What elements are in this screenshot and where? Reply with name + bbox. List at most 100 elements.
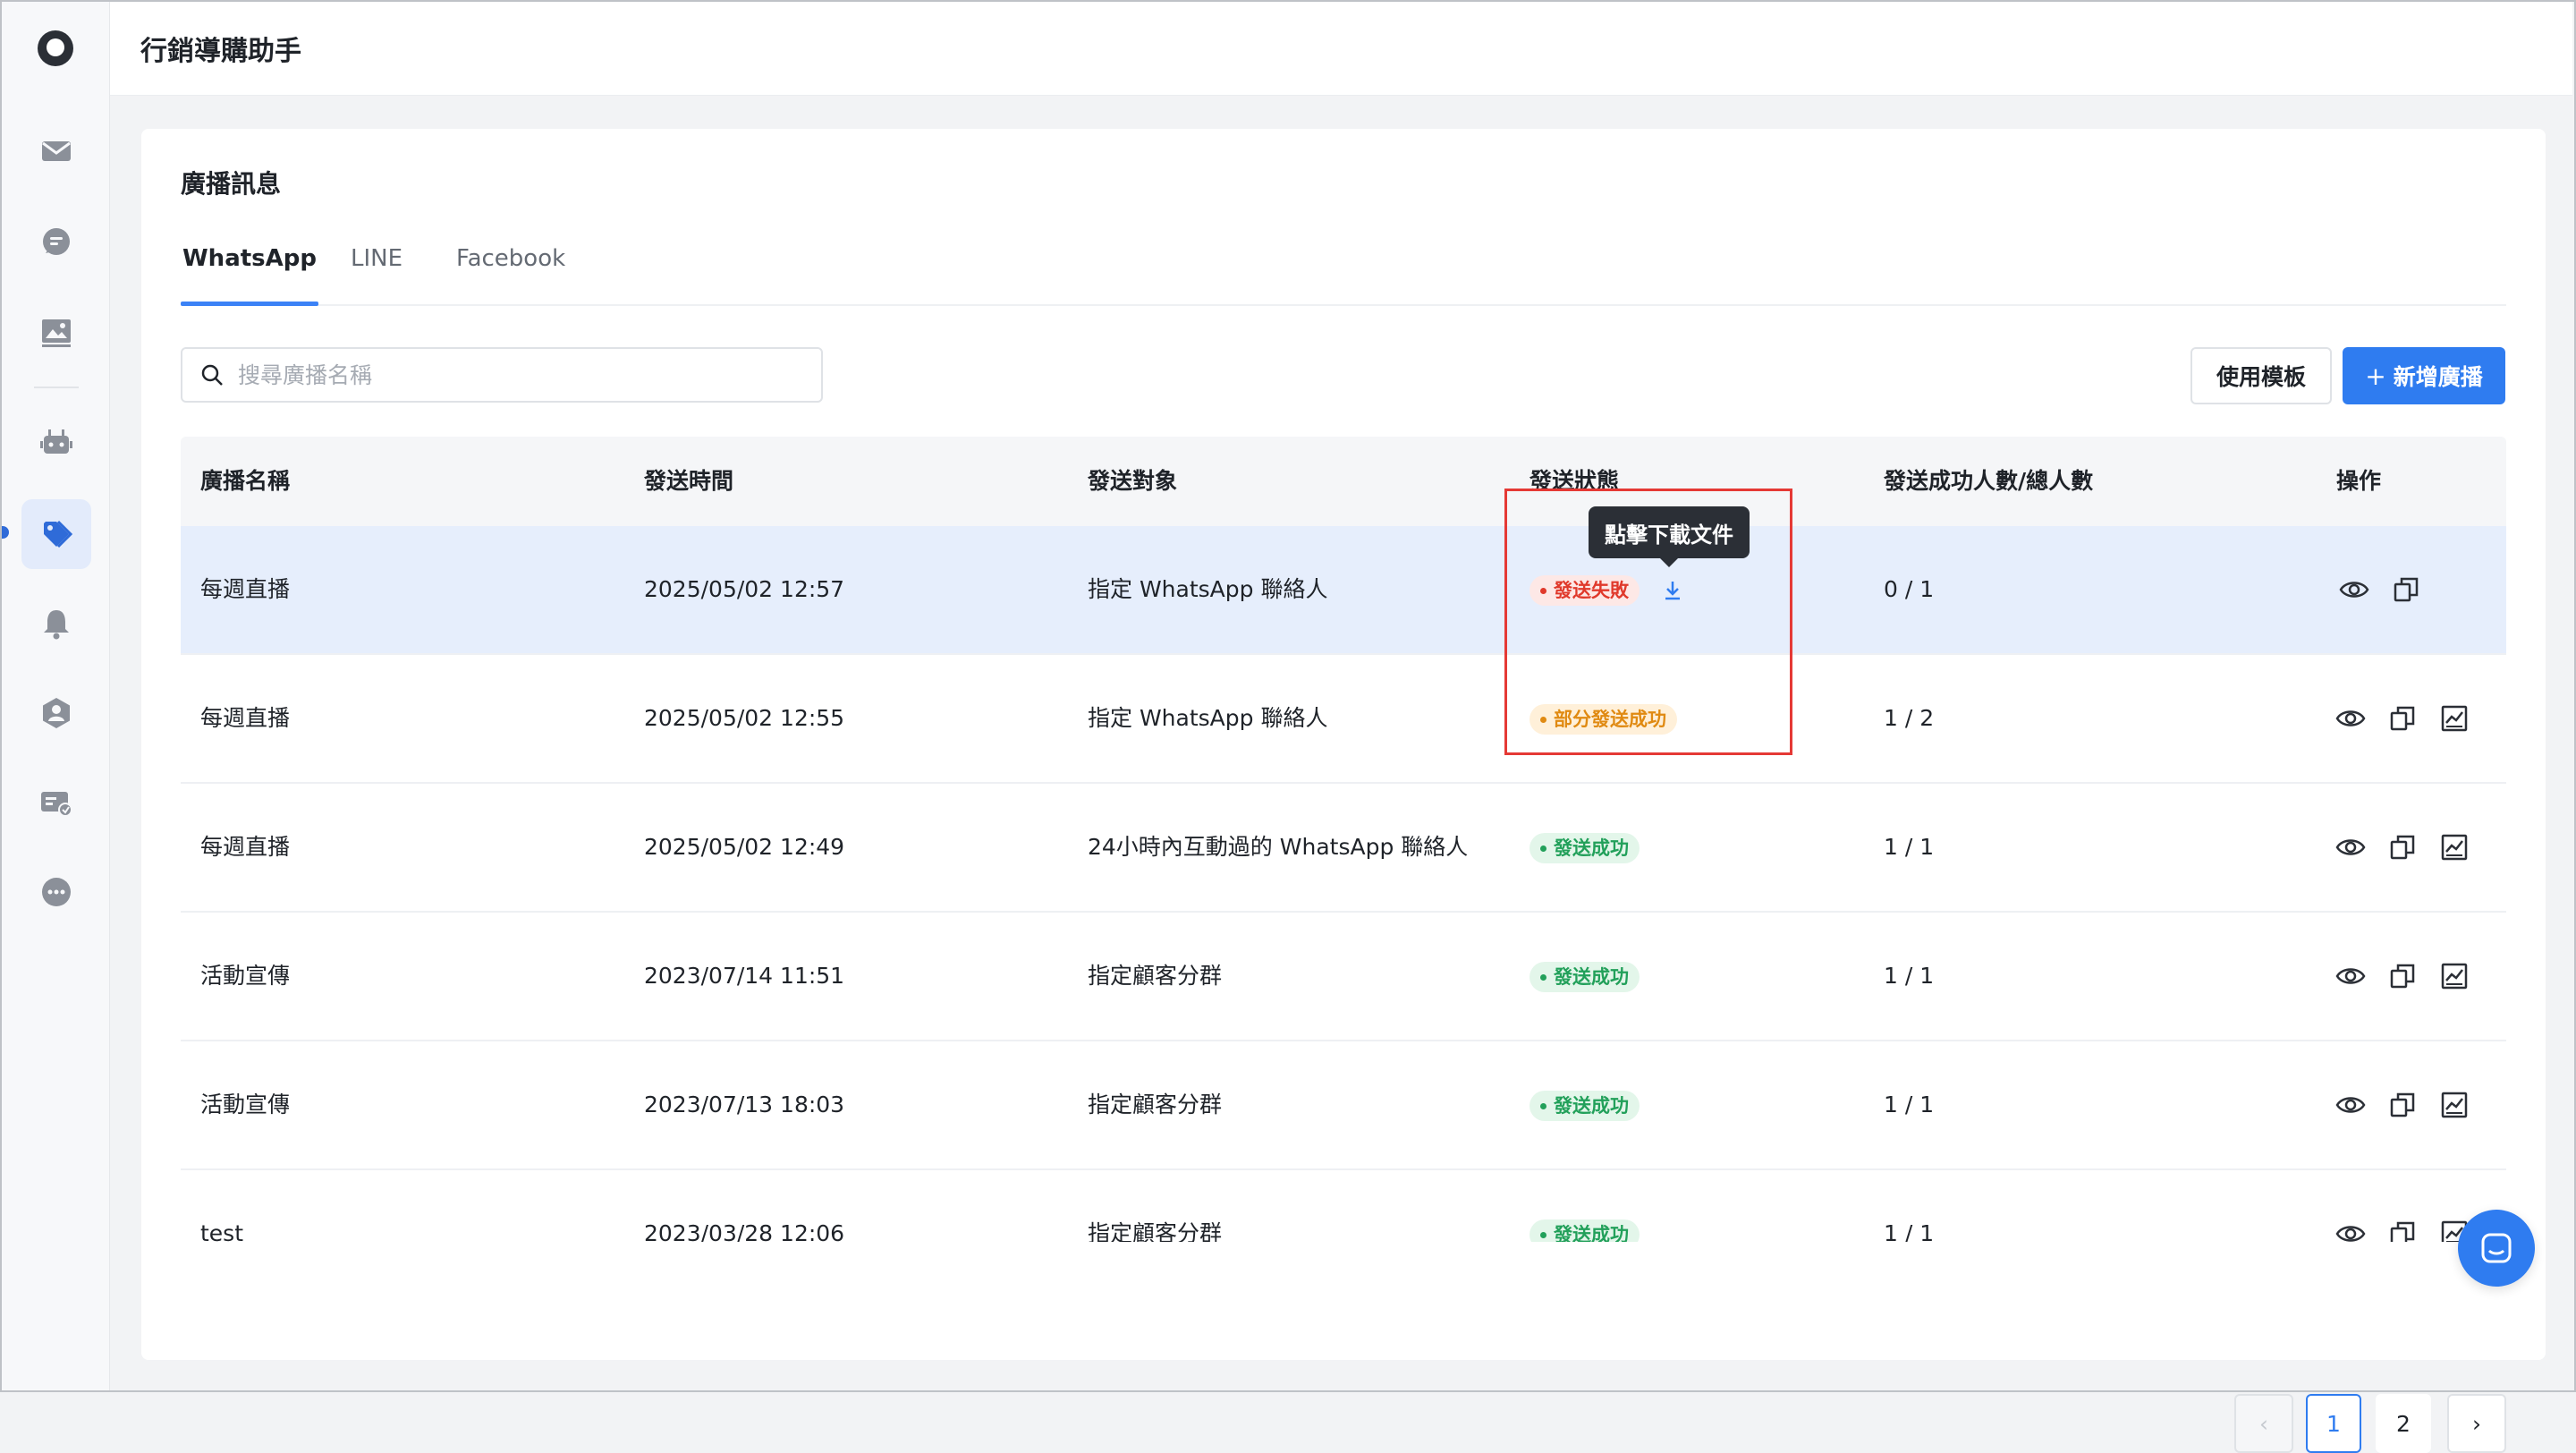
status-cell: 發送成功 <box>1530 784 1640 911</box>
copy-icon[interactable] <box>2386 702 2419 735</box>
tab-whatsapp[interactable]: WhatsApp <box>181 242 318 306</box>
success-count: 1 / 1 <box>1884 1092 1935 1117</box>
success-count: 1 / 1 <box>1884 834 1935 860</box>
ticket-icon[interactable] <box>21 768 91 837</box>
table-header: 廣播名稱 發送時間 發送對象 發送狀態 發送成功人數/總人數 操作 <box>181 437 2506 526</box>
success-count: 0 / 1 <box>1884 576 1935 602</box>
row-actions <box>2334 784 2470 911</box>
logo-icon[interactable] <box>38 30 73 66</box>
success-count: 1 / 1 <box>1884 1220 1935 1242</box>
image-icon[interactable] <box>21 297 91 367</box>
status-badge: 發送成功 <box>1530 962 1640 992</box>
channel-tabs: WhatsApp LINE Facebook <box>181 242 2506 306</box>
status-label: 發送成功 <box>1554 966 1629 988</box>
table-row[interactable]: 每週直播 2025/05/02 12:49 24小時內互動過的 WhatsApp… <box>181 784 2506 913</box>
status-badge: 發送成功 <box>1530 1091 1640 1121</box>
view-icon[interactable] <box>2334 702 2367 735</box>
send-target: 指定顧客分群 <box>1088 1220 1223 1242</box>
chart-icon[interactable] <box>2438 702 2470 735</box>
success-count: 1 / 2 <box>1884 705 1935 731</box>
download-icon[interactable] <box>1659 577 1686 604</box>
new-broadcast-button[interactable]: + 新增廣播 <box>2343 347 2505 404</box>
status-cell: 發送成功 <box>1530 1041 1640 1168</box>
search-box <box>181 347 823 403</box>
status-cell: 發送成功 <box>1530 913 1640 1040</box>
table-row[interactable]: 活動宣傳 2023/07/14 11:51 指定顧客分群 發送成功 1 / 1 <box>181 913 2506 1041</box>
send-target: 24小時內互動過的 WhatsApp 聯絡人 <box>1088 834 1469 860</box>
column-header-time: 發送時間 <box>644 468 734 494</box>
status-badge: 發送成功 <box>1530 1219 1640 1242</box>
status-cell: 發送成功 <box>1530 1170 1640 1242</box>
column-header-actions: 操作 <box>2336 468 2382 494</box>
tab-line[interactable]: LINE <box>351 242 402 304</box>
broadcast-table: 廣播名稱 發送時間 發送對象 發送狀態 發送成功人數/總人數 操作 每週直播 2… <box>181 437 2506 1242</box>
send-target: 指定顧客分群 <box>1088 963 1223 989</box>
pagination-next[interactable]: › <box>2447 1394 2506 1453</box>
search-input[interactable] <box>236 361 794 389</box>
tab-facebook[interactable]: Facebook <box>456 242 565 304</box>
search-icon <box>201 364 223 386</box>
broadcast-name: 每週直播 <box>200 834 291 860</box>
use-template-button[interactable]: 使用模板 <box>2190 347 2332 404</box>
main-card: 廣播訊息 WhatsApp LINE Facebook 使用模板 + 新增廣播 … <box>141 129 2546 1453</box>
pagination-page-1[interactable]: 1 <box>2306 1394 2361 1453</box>
row-actions <box>2338 526 2422 653</box>
column-header-count: 發送成功人數/總人數 <box>1884 468 2094 494</box>
view-icon[interactable] <box>2334 1089 2367 1121</box>
plus-icon: + <box>2365 361 2386 391</box>
chart-icon[interactable] <box>2438 960 2470 992</box>
chat-bubble-icon[interactable] <box>21 208 91 277</box>
download-tooltip: 點擊下載文件 <box>1589 506 1750 567</box>
page-title: 廣播訊息 <box>181 169 282 199</box>
status-badge: 部分發送成功 <box>1530 704 1677 735</box>
send-time: 2023/03/28 12:06 <box>644 1220 845 1242</box>
send-target: 指定 WhatsApp 聯絡人 <box>1088 576 1328 602</box>
copy-icon[interactable] <box>2386 960 2419 992</box>
send-time: 2023/07/13 18:03 <box>644 1092 845 1117</box>
bell-icon[interactable] <box>21 589 91 659</box>
status-badge: 發送成功 <box>1530 833 1640 863</box>
broadcast-name: 活動宣傳 <box>200 1092 291 1117</box>
chart-icon[interactable] <box>2438 1089 2470 1121</box>
row-actions <box>2334 1170 2470 1242</box>
status-label: 發送成功 <box>1554 837 1629 859</box>
chart-icon[interactable] <box>2438 831 2470 863</box>
pagination-prev[interactable]: ‹ <box>2234 1394 2293 1453</box>
status-label: 部分發送成功 <box>1554 709 1666 730</box>
copy-icon[interactable] <box>2386 831 2419 863</box>
hexagon-user-icon[interactable] <box>21 678 91 748</box>
pagination-page-2[interactable]: 2 <box>2376 1394 2431 1453</box>
broadcast-name: 活動宣傳 <box>200 963 291 989</box>
send-time: 2023/07/14 11:51 <box>644 963 845 989</box>
table-row[interactable]: 每週直播 2025/05/02 12:57 指定 WhatsApp 聯絡人 發送… <box>181 526 2506 655</box>
mail-icon[interactable] <box>21 116 91 186</box>
status-label: 發送失敗 <box>1554 580 1629 601</box>
copy-icon[interactable] <box>2386 1218 2419 1242</box>
view-icon[interactable] <box>2334 1218 2367 1242</box>
broadcast-name: 每週直播 <box>200 705 291 731</box>
table-row[interactable]: 活動宣傳 2023/07/13 18:03 指定顧客分群 發送成功 1 / 1 <box>181 1041 2506 1170</box>
view-icon[interactable] <box>2338 574 2370 606</box>
copy-icon[interactable] <box>2390 574 2422 606</box>
status-label: 發送成功 <box>1554 1224 1629 1242</box>
top-header: 行銷導購助手 <box>110 2 2572 96</box>
tag-icon[interactable] <box>21 499 91 569</box>
column-header-target: 發送對象 <box>1088 468 1178 494</box>
send-time: 2025/05/02 12:57 <box>644 576 845 602</box>
send-time: 2025/05/02 12:49 <box>644 834 845 860</box>
view-icon[interactable] <box>2334 960 2367 992</box>
broadcast-name: test <box>200 1220 244 1242</box>
sidebar <box>0 2 110 1390</box>
copy-icon[interactable] <box>2386 1089 2419 1121</box>
send-time: 2025/05/02 12:55 <box>644 705 845 731</box>
more-icon[interactable] <box>21 857 91 927</box>
app-title: 行銷導購助手 <box>140 36 301 67</box>
status-label: 發送成功 <box>1554 1095 1629 1117</box>
chat-icon <box>2481 1233 2512 1263</box>
view-icon[interactable] <box>2334 831 2367 863</box>
table-row[interactable]: 每週直播 2025/05/02 12:55 指定 WhatsApp 聯絡人 部分… <box>181 655 2506 784</box>
robot-icon[interactable] <box>21 408 91 478</box>
sidebar-divider <box>34 387 79 388</box>
table-row[interactable]: test 2023/03/28 12:06 指定顧客分群 發送成功 1 / 1 <box>181 1170 2506 1242</box>
chat-widget-button[interactable] <box>2458 1210 2535 1287</box>
